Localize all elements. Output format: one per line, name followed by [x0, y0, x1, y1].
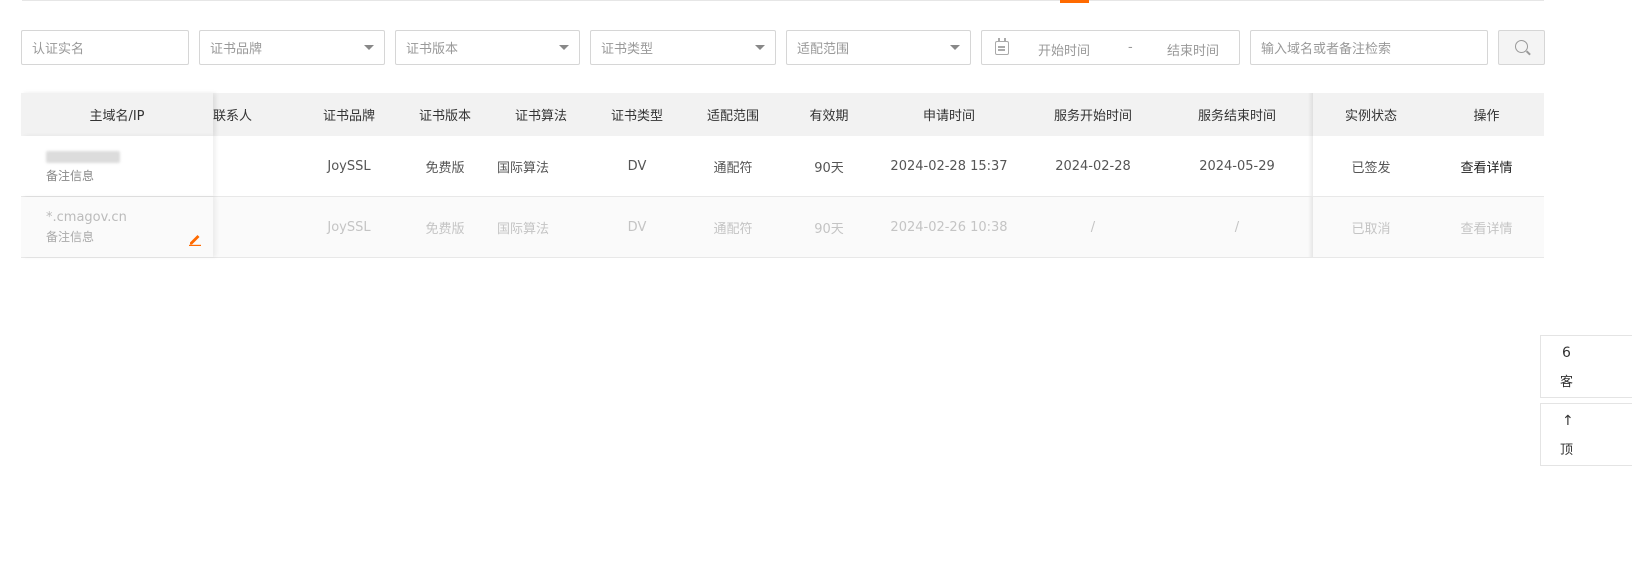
col-header-brand: 证书品牌 [322, 109, 375, 124]
back-to-top-label: 顶 [1560, 443, 1574, 458]
table-row: 备注信息 JoySSL 免费版 国际算法 DV 通配符 90天 2024-02-… [21, 136, 1544, 197]
service-end-cell: / [1234, 219, 1240, 235]
brand-cell: JoySSL [327, 158, 371, 174]
validity-cell: 90天 [814, 221, 844, 237]
scope-cell: 通配符 [713, 160, 753, 176]
view-details-link[interactable]: 查看详情 [1460, 218, 1512, 237]
service-end-cell: 2024-05-29 [1199, 158, 1275, 174]
fixed-column-shadow [1308, 93, 1313, 136]
cert-name-input[interactable]: 认证实名 [21, 30, 189, 65]
redacted-domain [46, 150, 120, 163]
arrow-up-icon: ↑ [1562, 413, 1574, 429]
scope-select-label: 适配范围 [797, 42, 850, 57]
version-select-label: 证书版本 [406, 42, 459, 57]
col-header-service-start: 服务开始时间 [1053, 109, 1132, 124]
edit-note-icon[interactable] [188, 232, 202, 246]
top-divider [22, 0, 1544, 1]
fixed-column-header: 主域名/IP [21, 93, 213, 136]
search-input[interactable]: 输入域名或者备注检索 [1250, 30, 1488, 65]
caret-down-icon [364, 45, 374, 50]
type-cell: DV [627, 158, 647, 174]
search-icon [1515, 40, 1528, 53]
brand-select-label: 证书品牌 [210, 42, 263, 57]
col-header-type: 证书类型 [610, 109, 663, 124]
col-header-validity: 有效期 [809, 109, 849, 124]
type-select-label: 证书类型 [601, 42, 654, 57]
domain-block: *.cmagov.cn 备注信息 [46, 209, 127, 247]
filter-bar: 认证实名 证书品牌 证书版本 证书类型 适配范围 开始时间 - 结束时间 输入域… [21, 30, 1545, 65]
col-header-action: 操作 [1473, 109, 1500, 124]
date-range-picker[interactable]: 开始时间 - 结束时间 [981, 30, 1240, 65]
note-label: 备注信息 [46, 169, 95, 183]
customer-service-widget[interactable]: 6 客 [1540, 335, 1632, 398]
date-separator: - [1128, 40, 1133, 55]
domain-name: *.cmagov.cn [46, 210, 127, 225]
version-cell: 免费版 [425, 160, 465, 176]
brand-cell: JoySSL [327, 219, 371, 235]
fixed-domain-cell: 备注信息 [21, 136, 213, 196]
contact-cell [213, 136, 305, 196]
col-header-apply-time: 申请时间 [922, 109, 975, 124]
validity-cell: 90天 [814, 160, 844, 176]
type-cell: DV [627, 219, 647, 235]
action-cell: 查看详情 [1429, 136, 1544, 196]
cert-name-placeholder: 认证实名 [32, 42, 85, 57]
algorithm-cell: 国际算法 [497, 160, 550, 176]
customer-service-icon: 6 [1562, 345, 1571, 361]
customer-service-label: 客 [1560, 375, 1574, 390]
type-select[interactable]: 证书类型 [590, 30, 776, 65]
fixed-column-shadow [1308, 136, 1313, 196]
table-row: *.cmagov.cn 备注信息 JoySSL 免费版 国际算法 DV 通配符 … [21, 197, 1544, 258]
status-cell: 已签发 [1351, 160, 1391, 176]
col-header-algorithm: 证书算法 [514, 109, 567, 124]
domain-name [46, 148, 120, 166]
apply-time-cell: 2024-02-28 15:37 [890, 158, 1008, 174]
note-label: 备注信息 [46, 230, 95, 244]
apply-time-cell: 2024-02-26 10:38 [890, 219, 1008, 235]
calendar-icon [995, 38, 1009, 55]
date-end-input[interactable]: 结束时间 [1167, 40, 1219, 59]
col-header-version: 证书版本 [418, 109, 471, 124]
caret-down-icon [950, 45, 960, 50]
contact-cell [213, 197, 305, 257]
service-start-cell: / [1090, 219, 1096, 235]
date-start-input[interactable]: 开始时间 [1038, 40, 1090, 59]
caret-down-icon [755, 45, 765, 50]
action-cell: 查看详情 [1429, 197, 1544, 257]
back-to-top-widget[interactable]: ↑ 顶 [1540, 403, 1632, 466]
search-button[interactable] [1498, 30, 1545, 65]
scope-cell: 通配符 [713, 221, 753, 237]
fixed-column-shadow [1308, 197, 1313, 257]
status-cell: 已取消 [1351, 221, 1391, 237]
brand-select[interactable]: 证书品牌 [199, 30, 385, 65]
table-header: 主域名/IP 联系人 证书品牌 证书版本 证书算法 证书类型 适配范围 有效期 … [21, 93, 1544, 136]
fixed-domain-cell: *.cmagov.cn 备注信息 [21, 197, 213, 257]
col-header-scope: 适配范围 [706, 109, 759, 124]
algorithm-cell: 国际算法 [497, 221, 550, 237]
service-start-cell: 2024-02-28 [1055, 158, 1131, 174]
col-header-service-end: 服务结束时间 [1197, 109, 1276, 124]
certificate-table: 主域名/IP 联系人 证书品牌 证书版本 证书算法 证书类型 适配范围 有效期 … [21, 93, 1544, 258]
scope-select[interactable]: 适配范围 [786, 30, 971, 65]
version-select[interactable]: 证书版本 [395, 30, 580, 65]
caret-down-icon [559, 45, 569, 50]
domain-block: 备注信息 [46, 148, 120, 186]
search-placeholder: 输入域名或者备注检索 [1261, 42, 1392, 57]
view-details-link[interactable]: 查看详情 [1460, 157, 1512, 176]
col-header-status: 实例状态 [1344, 109, 1397, 124]
col-header-domain: 主域名/IP [89, 109, 145, 124]
col-header-contact: 联系人 [213, 109, 253, 124]
active-tab-indicator [1060, 0, 1089, 3]
version-cell: 免费版 [425, 221, 465, 237]
